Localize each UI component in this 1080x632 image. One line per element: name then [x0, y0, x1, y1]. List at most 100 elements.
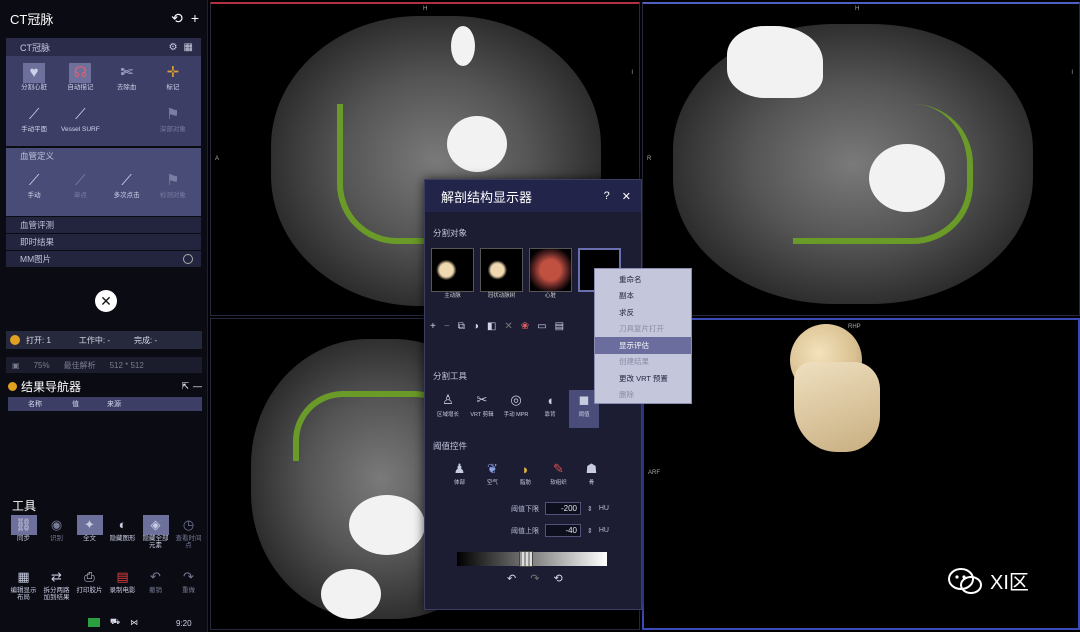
display-mode-icon[interactable]: ◑: [473, 321, 479, 332]
layer-icon[interactable]: ▤: [555, 321, 564, 332]
menu-invert[interactable]: 求反: [595, 304, 691, 321]
col-source[interactable]: 来源: [79, 399, 121, 409]
single-point-button[interactable]: ⟋ 单点: [58, 168, 102, 208]
time-point-button[interactable]: ◷ 查看时间点: [173, 515, 204, 551]
menu-rename[interactable]: 重命名: [595, 271, 691, 288]
thumb-heart[interactable]: 心脏: [529, 248, 572, 299]
quality-percent: 75%: [33, 360, 50, 370]
multi-click-button[interactable]: ⟋ 多次点击: [105, 168, 149, 208]
invert-icon[interactable]: ◧: [487, 321, 496, 332]
delete-icon[interactable]: ✕: [504, 321, 512, 332]
mm-image-bar[interactable]: MM图片: [6, 251, 201, 267]
menu-open-tool[interactable]: 刀具复片打开: [595, 321, 691, 338]
threshold-lower-input[interactable]: -200: [545, 502, 581, 515]
manual-plane-button[interactable]: ⟋ 手动平面: [12, 102, 56, 142]
slider-handle[interactable]: [519, 551, 533, 567]
threshold-upper-input[interactable]: -40: [545, 524, 581, 537]
reset-icon[interactable]: ⟲: [553, 572, 562, 585]
sync-button[interactable]: ⛓ 同步: [8, 515, 39, 551]
col-value[interactable]: 值: [42, 399, 79, 409]
detect-button[interactable]: ⚑ 检测对象: [151, 168, 195, 208]
hide-all-button[interactable]: ◈ 隐藏全部元素: [140, 515, 171, 551]
close-icon[interactable]: ✕: [622, 190, 631, 203]
soft-tissue-preset[interactable]: ✎ 软组织: [546, 460, 571, 490]
section-bar[interactable]: CT冠脉 ⚙ ▦: [6, 38, 201, 56]
orientation-top: RHP: [848, 324, 861, 330]
menu-show-eval[interactable]: 显示评估: [595, 337, 691, 354]
tool-label: 同步: [17, 535, 30, 542]
print-button[interactable]: ⎙ 打印胶片: [74, 567, 105, 603]
split-button[interactable]: ⇄ 拆分两路加到结果: [41, 567, 72, 603]
threshold-upper-row: 阈值上限 -40 ⇕ HU: [511, 524, 609, 537]
manual-button[interactable]: ⟋ 手动: [12, 168, 56, 208]
undo-icon[interactable]: ↶: [507, 572, 516, 585]
orientation-right: I: [631, 70, 633, 76]
fulltext-button[interactable]: ✦ 全文: [74, 515, 105, 551]
remove-icon[interactable]: −: [444, 321, 450, 332]
layout-button[interactable]: ▦ 编辑显示布局: [8, 567, 39, 603]
copy-icon[interactable]: ⧉: [458, 321, 465, 332]
thumb-aorta[interactable]: 主动脉: [431, 248, 474, 299]
seg-objects-title: 分割对象: [433, 228, 468, 238]
tool-label: 编辑显示布局: [10, 587, 37, 602]
tool-label: 撤销: [149, 587, 162, 594]
menu-create-result[interactable]: 创建结果: [595, 354, 691, 371]
tool-label: 脂肪: [519, 480, 531, 486]
undo-button[interactable]: ↶ 撤销: [140, 567, 171, 603]
tool-label: 深部对象: [159, 126, 186, 133]
deep-object-button[interactable]: ⚑ 深部对象: [151, 102, 195, 142]
threshold-slider[interactable]: [457, 551, 607, 567]
viewport-coronal[interactable]: H R I: [642, 2, 1080, 316]
instant-result-label: 即时结果: [20, 237, 55, 247]
remove-blood-icon: ✄: [120, 63, 133, 81]
heart-segment-button[interactable]: ♥ 分割心脏: [12, 60, 56, 100]
vessel-eval-bar[interactable]: 血管评测: [6, 217, 201, 233]
swatch-icon[interactable]: ▭: [537, 321, 546, 332]
redo-icon[interactable]: ↷: [530, 572, 539, 585]
fat-preset[interactable]: ◗ 脂肪: [513, 460, 538, 490]
mark-button[interactable]: ✛ 标记: [151, 60, 195, 100]
instant-result-bar[interactable]: 即时结果: [6, 234, 201, 250]
history-icon[interactable]: ⟲: [171, 10, 183, 27]
lung-icon: ❦: [487, 461, 498, 476]
record-button[interactable]: ▤ 录制电影: [107, 567, 138, 603]
redo-button[interactable]: ↷ 重做: [173, 567, 204, 603]
spinner-icon[interactable]: ⇕: [587, 527, 593, 535]
remove-blood-button[interactable]: ✄ 去除血: [105, 60, 149, 100]
air-preset[interactable]: ❦ 空气: [480, 460, 505, 490]
region-grow-button[interactable]: ♙ 区域增长: [433, 390, 463, 428]
gear-icon[interactable]: ⚙: [169, 42, 178, 53]
back-icon: ◖: [546, 392, 554, 408]
vrt-clip-button[interactable]: ✂ VRT 剪辑: [467, 390, 497, 428]
unit-label: HU: [598, 505, 609, 512]
minimize-icon[interactable]: —: [193, 381, 202, 392]
export-icon[interactable]: ⇱: [181, 381, 189, 392]
add-icon[interactable]: +: [430, 321, 436, 332]
add-icon[interactable]: +: [191, 10, 199, 27]
col-name[interactable]: 名称: [8, 399, 42, 409]
grid-icon[interactable]: ▦: [184, 42, 193, 53]
help-icon[interactable]: ?: [604, 190, 610, 203]
menu-change-vrt[interactable]: 更改 VRT 预置: [595, 370, 691, 387]
vessel-surf-button[interactable]: ⟋ Vessel SURF: [58, 102, 102, 142]
menu-delete[interactable]: 删除: [595, 387, 691, 404]
thumb-coronary[interactable]: 冠状动脉树: [480, 248, 523, 299]
circle-toggle-icon[interactable]: [183, 254, 193, 264]
menu-copy[interactable]: 副本: [595, 288, 691, 305]
hide-all-icon: ◈: [142, 515, 169, 535]
recognize-button[interactable]: ◉ 识别: [41, 515, 72, 551]
dialog-titlebar[interactable]: 解剖结构显示器 ? ✕: [425, 180, 641, 212]
quality-row[interactable]: ▣ 75% 最佳解析 512 * 512: [6, 357, 202, 373]
back-button[interactable]: ◖ 靠背: [535, 390, 565, 428]
threshold-upper-label: 阈值上限: [511, 527, 539, 535]
color-icon[interactable]: ❀: [521, 321, 529, 332]
fulltext-icon: ✦: [76, 515, 103, 535]
manual-mpr-button[interactable]: ◎ 手动 MPR: [501, 390, 531, 428]
close-icon[interactable]: ✕: [95, 290, 117, 312]
vessel-define-bar[interactable]: 血管定义: [6, 148, 201, 164]
spinner-icon[interactable]: ⇕: [587, 505, 593, 513]
bone-preset[interactable]: ☗ 骨: [579, 460, 604, 490]
body-preset[interactable]: ♟ 体部: [447, 460, 472, 490]
hide-graphic-button[interactable]: ◐ 隐藏图形: [107, 515, 138, 551]
auto-trace-button[interactable]: ☊ 自动描记: [58, 60, 102, 100]
